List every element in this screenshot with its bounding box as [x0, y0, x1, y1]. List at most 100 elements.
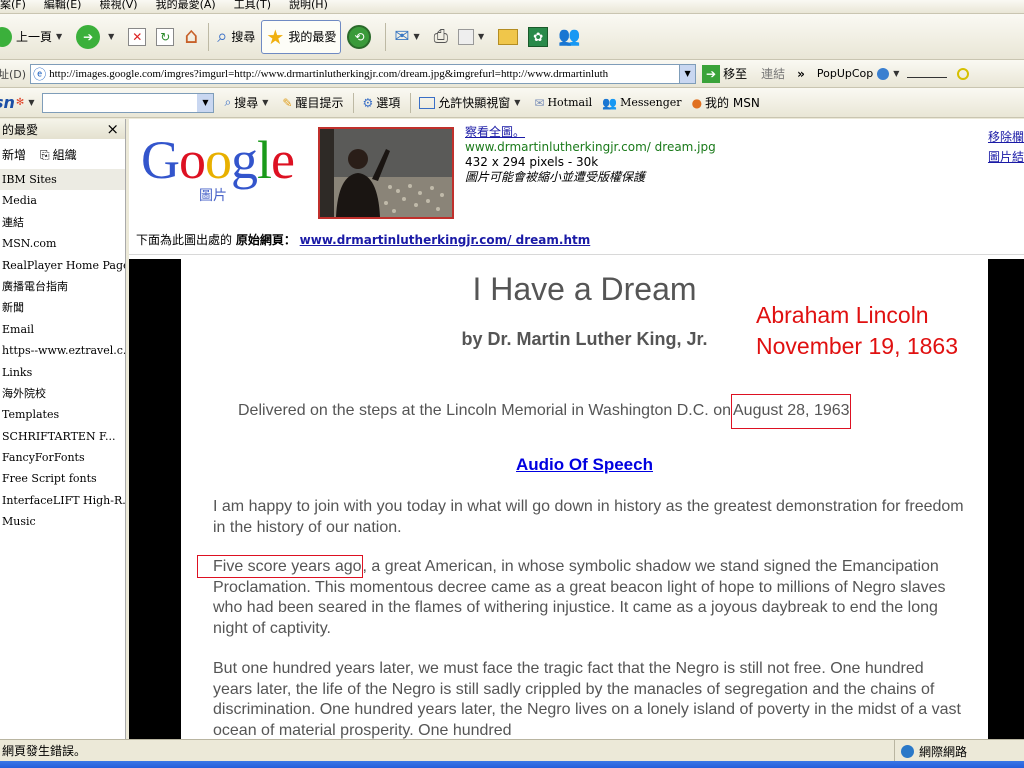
image-results-link[interactable]: 圖片結 — [988, 147, 1024, 167]
highlight-button[interactable]: ✎ 醒目提示 — [278, 86, 347, 120]
folder-button[interactable] — [494, 20, 522, 54]
go-arrow-icon: ➔ — [702, 64, 721, 83]
favorite-item[interactable]: InterfaceLIFT High-R... — [0, 490, 125, 511]
chevron-down-icon[interactable]: ▼ — [108, 32, 114, 41]
research-button[interactable]: ✿ — [524, 20, 552, 54]
stop-icon: ✕ — [128, 27, 147, 46]
menu-favorites[interactable]: 我的最愛(A) — [156, 0, 216, 12]
five-score-highlight: Five score years ago — [197, 555, 363, 578]
allow-popups-button[interactable]: 允許快顯視窗 ▼ — [415, 86, 528, 120]
favorite-item[interactable]: Media — [0, 190, 125, 211]
menu-edit[interactable]: 編輯(E) — [44, 0, 82, 12]
frame-links: 移除欄 圖片結 — [988, 127, 1024, 167]
print-button[interactable]: ⎙ — [430, 20, 452, 54]
favorite-item[interactable]: Music — [0, 511, 125, 532]
favorite-item[interactable]: SCHRIFTARTEN F... — [0, 426, 125, 447]
favorites-button[interactable]: ★ 我的最愛 — [261, 19, 342, 54]
google-images-label: 圖片 — [199, 188, 227, 204]
view-full-image-link[interactable]: 察看全圖。 — [465, 125, 525, 139]
favorite-item[interactable]: FancyForFonts — [0, 447, 125, 468]
favorite-item[interactable]: https--www.eztravel.c... — [0, 340, 125, 361]
favorite-item[interactable]: Templates — [0, 404, 125, 425]
search-button[interactable]: ⌕ 搜尋 — [213, 20, 259, 54]
favorite-item[interactable]: Links — [0, 362, 125, 383]
history-button[interactable]: ⟲ — [343, 20, 379, 54]
msn-search-input[interactable]: ▼ — [42, 92, 215, 113]
close-icon[interactable]: × — [106, 120, 119, 138]
google-logo[interactable]: Google — [141, 133, 295, 187]
favorite-item[interactable]: 廣播電台指南 — [0, 276, 125, 297]
origin-page-link[interactable]: www.drmartinlutherkingjr.com/ dream.htm — [300, 233, 591, 247]
status-light-icon — [957, 67, 970, 80]
favorites-pane: 的最愛 × 新增 ⎘ 組織 IBM Sites Media 連結 MSN.com … — [0, 119, 126, 739]
home-button[interactable]: ⌂ — [180, 20, 202, 54]
google-image-frame: Google 圖片 察看全圖。 www.drmartinlutherkingjr… — [129, 119, 1024, 255]
favorite-item[interactable]: MSN.com — [0, 233, 125, 254]
browser-content: Google 圖片 察看全圖。 www.drmartinlutherkingjr… — [129, 119, 1024, 739]
menu-file[interactable]: 案(F) — [0, 0, 26, 12]
stop-button[interactable]: ✕ — [124, 20, 150, 54]
address-field[interactable]: ⓔ http://images.google.com/imgres?imgurl… — [30, 63, 697, 84]
menu-tools[interactable]: 工具(T) — [234, 0, 271, 12]
status-text: 網頁發生錯誤。 — [2, 744, 87, 758]
zone-label: 網際網路 — [919, 744, 968, 759]
msn-search-button[interactable]: ⌕ 搜尋 ▼ — [220, 86, 276, 120]
magnifier-icon: ⌕ — [224, 95, 232, 109]
star-icon: ★ — [266, 24, 285, 49]
options-button[interactable]: ⚙ 選項 — [358, 86, 404, 120]
popupcop-slider[interactable] — [907, 70, 948, 78]
audio-link[interactable]: Audio Of Speech — [516, 455, 653, 474]
chevron-down-icon[interactable]: ▼ — [28, 98, 34, 107]
favorite-item[interactable]: Free Script fonts — [0, 468, 125, 489]
forward-button[interactable]: ➔ ▼ — [72, 20, 122, 54]
msn-logo-icon[interactable]: sn — [0, 93, 15, 112]
image-thumbnail[interactable] — [318, 127, 454, 219]
history-icon: ⟲ — [347, 24, 372, 49]
chevron-down-icon[interactable]: ▼ — [56, 32, 62, 41]
organize-favorites-button[interactable]: ⎘ 組織 — [40, 146, 77, 163]
edit-button[interactable]: ▼ — [454, 20, 492, 54]
messenger-button[interactable]: 👥 — [554, 20, 584, 54]
speech-paragraph-3: But one hundred years later, we must fac… — [213, 660, 961, 739]
links-label[interactable]: 連結 — [761, 65, 785, 82]
image-dimensions: 432 x 294 pixels - 30k — [465, 155, 599, 169]
refresh-button[interactable]: ↻ — [152, 20, 178, 54]
envelope-icon: ✉ — [534, 95, 545, 110]
chevron-down-icon[interactable]: ▼ — [893, 69, 899, 78]
address-dropdown[interactable]: ▼ — [679, 64, 696, 83]
messenger-link[interactable]: 👥 Messenger — [598, 86, 685, 120]
msn-butterfly-icon: ✻ — [15, 97, 25, 108]
favorite-item[interactable]: 連結 — [0, 212, 125, 233]
chevron-down-icon[interactable]: ▼ — [514, 98, 520, 107]
edit-icon — [458, 28, 475, 45]
back-button[interactable]: 上一頁 ▼ — [0, 20, 70, 54]
forward-arrow-icon: ➔ — [76, 24, 101, 49]
favorite-item[interactable]: IBM Sites — [0, 169, 125, 191]
chevron-down-icon[interactable]: ▼ — [413, 32, 419, 41]
speech-date: August 28, 1963 — [733, 402, 850, 419]
chevron-down-icon[interactable]: ▼ — [262, 98, 268, 107]
favorite-item[interactable]: 新聞 — [0, 297, 125, 318]
speech-delivered: Delivered on the steps at the Lincoln Me… — [238, 394, 851, 429]
mymsn-link[interactable]: ● 我的 MSN — [688, 86, 764, 120]
origin-line: 下面為此圖出處的 原始網頁： www.drmartinlutherkingjr.… — [136, 231, 590, 248]
menu-view[interactable]: 檢視(V) — [99, 0, 137, 12]
hotmail-button[interactable]: ✉ Hotmail — [530, 86, 596, 120]
popupcop-label[interactable]: PopUpCop — [817, 67, 873, 80]
favorite-item[interactable]: Email — [0, 319, 125, 340]
chevron-down-icon[interactable]: ▼ — [478, 32, 484, 41]
mail-button[interactable]: ✉ ▼ — [390, 20, 427, 54]
address-url[interactable]: http://images.google.com/imgres?imgurl=h… — [49, 68, 679, 80]
options-icon: ⚙ — [362, 95, 374, 110]
go-button[interactable]: ➔ 移至 — [702, 64, 747, 83]
favorite-item[interactable]: 海外院校 — [0, 383, 125, 404]
popupcop-icon[interactable] — [877, 67, 890, 80]
add-favorite-button[interactable]: 新增 — [2, 146, 26, 163]
crowd-photo-icon — [320, 129, 452, 217]
remove-frame-link[interactable]: 移除欄 — [988, 127, 1024, 147]
favorite-item[interactable]: RealPlayer Home Page — [0, 255, 125, 276]
search-dropdown[interactable]: ▼ — [197, 93, 214, 112]
standard-toolbar: 上一頁 ▼ ➔ ▼ ✕ ↻ ⌂ ⌕ 搜尋 ★ 我的最愛 ⟲ ✉ ▼ ⎙ ▼ ✿ — [0, 14, 1024, 60]
links-more[interactable]: » — [797, 67, 805, 81]
menu-help[interactable]: 說明(H) — [289, 0, 328, 12]
